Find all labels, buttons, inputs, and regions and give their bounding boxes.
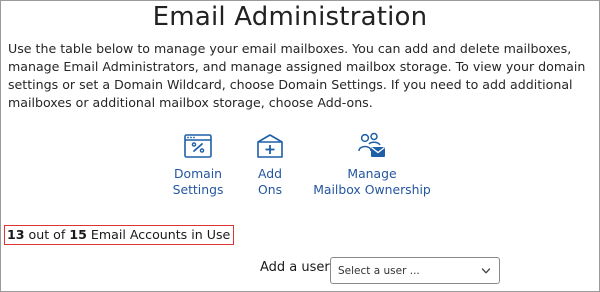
mailbox-ownership-icon bbox=[358, 132, 385, 157]
used-count: 13 bbox=[7, 227, 25, 242]
domain-settings-link[interactable]: Domain Settings bbox=[170, 130, 226, 198]
add-ons-icon bbox=[257, 134, 283, 158]
domain-settings-icon bbox=[184, 134, 212, 158]
usage-suffix-text: Email Accounts in Use bbox=[90, 227, 231, 242]
add-user-label: Add a user bbox=[260, 260, 330, 275]
user-select-placeholder: Select a user ... bbox=[338, 265, 420, 277]
manage-mailbox-line2: Mailbox Ownership bbox=[313, 182, 431, 197]
add-ons-line2: Ons bbox=[257, 182, 283, 197]
usage-mid-text: out of bbox=[28, 227, 66, 242]
add-ons-line1: Add bbox=[258, 166, 282, 181]
manage-mailbox-line1: Manage bbox=[347, 166, 397, 181]
manage-mailbox-ownership-link[interactable]: Manage Mailbox Ownership bbox=[312, 130, 432, 198]
account-usage-indicator: 13 out of 15 Email Accounts in Use bbox=[4, 225, 235, 245]
total-count: 15 bbox=[69, 227, 87, 242]
domain-settings-line1: Domain bbox=[173, 166, 223, 181]
add-ons-link[interactable]: Add Ons bbox=[250, 130, 290, 198]
user-select[interactable]: Select a user ... bbox=[330, 257, 500, 284]
page-title: Email Administration bbox=[152, 2, 428, 32]
chevron-down-icon bbox=[481, 268, 491, 274]
domain-settings-line2: Settings bbox=[172, 182, 224, 197]
action-bar: Domain Settings Add Ons Manage Mailbox O… bbox=[0, 130, 600, 200]
page-description: Use the table below to manage your email… bbox=[8, 41, 586, 110]
